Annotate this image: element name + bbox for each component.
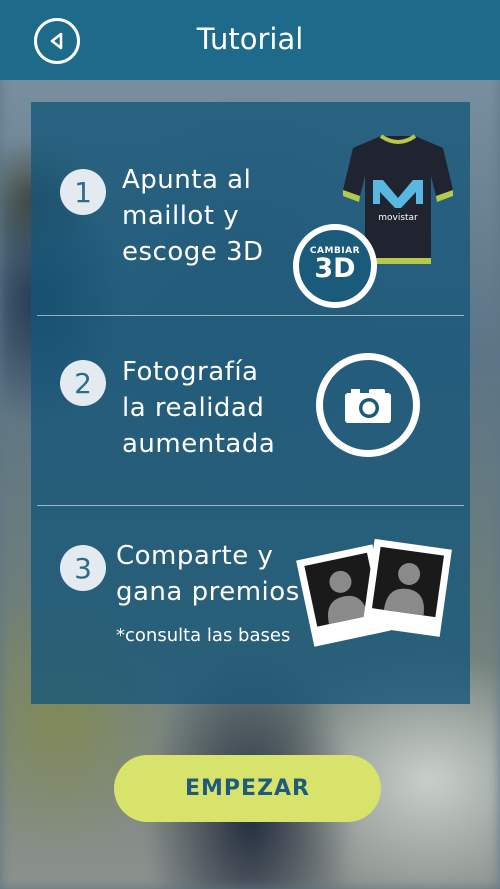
step-3-line-1: Comparte y [116,541,274,571]
step-3-number: 3 [60,545,106,591]
terms-note[interactable]: *consulta las bases [116,625,290,646]
step-3-line-2: gana premios [116,577,300,607]
start-button[interactable]: EMPEZAR [114,755,381,822]
step-2-line-2: la realidad [122,393,265,423]
jersey-brand: movistar [378,213,418,223]
divider [37,315,464,316]
divider [37,505,464,506]
step-3-text: Comparte y gana premios [116,538,300,610]
camera-icon [345,389,391,423]
step-2-line-1: Fotografía [122,357,259,387]
app-header: Tutorial [0,0,500,80]
step-1-line-1: Apunta al [122,165,252,195]
camera-button[interactable] [316,353,420,457]
badge-big-text: 3D [314,253,356,284]
step-2-text: Fotografía la realidad aumentada [122,354,275,462]
step-1-text: Apunta al maillot y escoge 3D [122,162,264,270]
page-title: Tutorial [196,22,304,56]
tutorial-panel: 1 Apunta al maillot y escoge 3D movistar… [31,102,470,704]
change-3d-badge[interactable]: CAMBIAR 3D [293,224,377,308]
step-1-number: 1 [60,169,106,215]
step-1-line-3: escoge 3D [122,237,264,267]
step-1-line-2: maillot y [122,201,240,231]
step-2-number: 2 [60,360,106,406]
photos-icon [296,538,452,647]
step-2-line-3: aumentada [122,429,276,459]
